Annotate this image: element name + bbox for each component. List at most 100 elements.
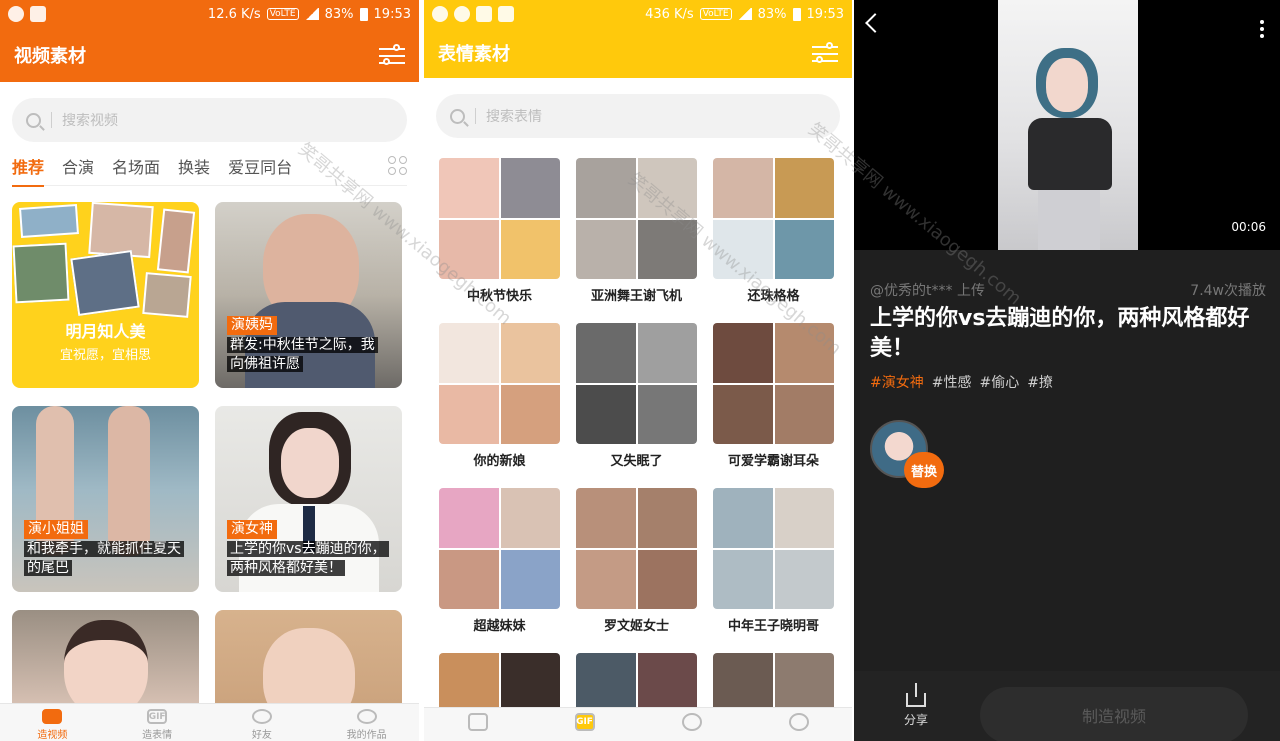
clock: 19:53 bbox=[373, 6, 411, 22]
video-caption: 演小姐姐 和我牵手，就能抓住夏天 的尾巴 bbox=[24, 520, 189, 578]
video-card[interactable]: 演女神 上学的你vs去蹦迪的你， 两种风格都好美！ bbox=[215, 406, 402, 592]
role-tag: 演女神 bbox=[227, 520, 277, 539]
caption-line: 和我牵手，就能抓住夏天 bbox=[24, 541, 184, 557]
share-button[interactable]: 分享 bbox=[904, 683, 928, 728]
nav-make-video[interactable]: 造视频 bbox=[0, 704, 105, 741]
bottom-nav: GIF bbox=[424, 707, 852, 741]
video-title: 上学的你vs去蹦迪的你，两种风格都好美！ bbox=[870, 306, 1250, 361]
sticker-thumb bbox=[576, 653, 697, 713]
nav-make-sticker[interactable]: GIF 造表情 bbox=[105, 704, 210, 741]
net-speed: 12.6 K/s bbox=[207, 6, 261, 22]
sticker-thumb bbox=[576, 323, 697, 444]
battery-percent: 83% bbox=[757, 6, 787, 22]
role-tag: 演姨妈 bbox=[227, 316, 277, 335]
sticker-pack[interactable]: 还珠格格 bbox=[713, 158, 834, 319]
video-player[interactable]: 00:06 bbox=[854, 0, 1280, 250]
app-bar: 表情素材 bbox=[424, 28, 852, 78]
sticker-pack[interactable] bbox=[439, 653, 560, 713]
sticker-pack[interactable]: 罗文姬女士 bbox=[576, 488, 697, 649]
nav-friends[interactable]: 好友 bbox=[210, 704, 315, 741]
app-icon bbox=[30, 6, 46, 22]
gif-icon: GIF bbox=[574, 713, 595, 731]
make-video-button[interactable]: 制造视频 bbox=[980, 687, 1248, 741]
sticker-pack[interactable]: 超越妹妹 bbox=[439, 488, 560, 649]
sticker-thumb bbox=[439, 158, 560, 279]
hashtag-list: #演女神 #性感 #偷心 #撩 bbox=[870, 372, 1053, 392]
status-bar: 436 K/s VoLTE 83% 19:53 bbox=[424, 0, 852, 28]
all-categories-icon[interactable] bbox=[388, 156, 407, 175]
share-icon bbox=[906, 683, 926, 707]
search-input[interactable]: 搜索视频 bbox=[12, 98, 407, 142]
chat-icon bbox=[251, 709, 272, 724]
nav-my-works[interactable] bbox=[745, 708, 852, 741]
sticker-thumb bbox=[439, 488, 560, 609]
chat-icon bbox=[681, 713, 702, 731]
sticker-label: 中秋节快乐 bbox=[466, 289, 532, 304]
filter-icon[interactable] bbox=[812, 42, 838, 64]
tab-famous-scenes[interactable]: 名场面 bbox=[112, 154, 160, 178]
sticker-thumb bbox=[576, 488, 697, 609]
sticker-label: 超越妹妹 bbox=[473, 619, 526, 634]
nav-label: 造视频 bbox=[37, 730, 68, 741]
sticker-label: 又失眠了 bbox=[610, 454, 663, 469]
sticker-pack[interactable] bbox=[576, 653, 697, 713]
nav-make-sticker[interactable]: GIF bbox=[531, 708, 638, 741]
nav-friends[interactable] bbox=[638, 708, 745, 741]
hashtag[interactable]: #演女神 bbox=[870, 372, 924, 392]
sticker-label: 中年王子晓明哥 bbox=[727, 619, 819, 634]
net-speed: 436 K/s bbox=[645, 6, 694, 22]
category-tabs: 推荐 合演 名场面 换装 爱豆同台 bbox=[12, 146, 407, 187]
uploader: @优秀的t*** 上传 bbox=[870, 283, 985, 299]
sticker-pack[interactable]: 中秋节快乐 bbox=[439, 158, 560, 319]
sticker-pack[interactable]: 亚洲舞王谢飞机 bbox=[576, 158, 697, 319]
sticker-pack[interactable]: 中年王子晓明哥 bbox=[713, 488, 834, 649]
battery-icon bbox=[359, 7, 368, 21]
nav-label: 好友 bbox=[251, 730, 272, 741]
search-icon bbox=[450, 108, 465, 124]
video-meta: @优秀的t*** 上传 7.4w次播放 bbox=[870, 280, 1266, 300]
role-tag: 演小姐姐 bbox=[24, 520, 88, 539]
swap-button[interactable]: 替换 bbox=[904, 452, 944, 488]
sticker-pack[interactable] bbox=[713, 653, 834, 713]
app-bar: 视频素材 bbox=[0, 28, 419, 82]
sticker-pack[interactable]: 你的新娘 bbox=[439, 323, 560, 484]
hashtag[interactable]: #性感 bbox=[932, 372, 972, 392]
sticker-label: 罗文姬女士 bbox=[603, 619, 669, 634]
caption-line: 群发:中秋佳节之际，我 bbox=[227, 337, 378, 353]
page-title: 视频素材 bbox=[14, 46, 86, 67]
search-placeholder: 搜索视频 bbox=[62, 113, 118, 129]
tab-idol[interactable]: 爱豆同台 bbox=[228, 154, 292, 178]
hashtag[interactable]: #偷心 bbox=[979, 372, 1019, 392]
qq-icon bbox=[432, 6, 448, 22]
tab-recommend[interactable]: 推荐 bbox=[12, 154, 45, 187]
nav-my-works[interactable]: 我的作品 bbox=[314, 704, 419, 741]
nav-make-video[interactable] bbox=[424, 708, 531, 741]
caption-line: 的尾巴 bbox=[24, 560, 72, 576]
sticker-thumb bbox=[713, 323, 834, 444]
clock: 19:53 bbox=[806, 6, 844, 22]
nav-label: 造表情 bbox=[142, 730, 173, 741]
tab-outfit[interactable]: 换装 bbox=[178, 154, 210, 178]
video-caption: 演女神 上学的你vs去蹦迪的你， 两种风格都好美！ bbox=[227, 520, 392, 578]
back-icon[interactable] bbox=[865, 13, 885, 33]
sticker-pack[interactable]: 可爱学霸谢耳朵 bbox=[713, 323, 834, 484]
video-detail-screen: 00:06 @优秀的t*** 上传 7.4w次播放 上学的你vs去蹦迪的你，两种… bbox=[854, 0, 1280, 741]
video-card[interactable]: 演姨妈 群发:中秋佳节之际，我 向佛祖许愿 bbox=[215, 202, 402, 388]
nav-label: 我的作品 bbox=[346, 730, 387, 741]
video-card[interactable]: 演小姐姐 和我牵手，就能抓住夏天 的尾巴 bbox=[12, 406, 199, 592]
feature-card[interactable]: 明月知人美 宜祝愿，宜相思 bbox=[12, 202, 199, 388]
video-grid: 明月知人美 宜祝愿，宜相思 演姨妈 群发:中秋佳节之际，我 向佛祖许愿 演小姐姐… bbox=[12, 202, 403, 730]
page-title: 表情素材 bbox=[438, 44, 510, 65]
gif-icon: GIF bbox=[147, 709, 168, 724]
tab-duet[interactable]: 合演 bbox=[62, 154, 94, 178]
battery-icon bbox=[792, 7, 801, 21]
search-input[interactable]: 搜索表情 bbox=[436, 94, 840, 138]
sticker-material-screen: 436 K/s VoLTE 83% 19:53 表情素材 搜索表情 中秋节快乐 … bbox=[424, 0, 852, 741]
search-icon bbox=[26, 112, 41, 128]
filter-icon[interactable] bbox=[379, 44, 405, 66]
more-icon[interactable] bbox=[1260, 20, 1264, 38]
volte-badge: VoLTE bbox=[699, 8, 732, 20]
sticker-pack[interactable]: 又失眠了 bbox=[576, 323, 697, 484]
hashtag[interactable]: #撩 bbox=[1027, 372, 1053, 392]
search-placeholder: 搜索表情 bbox=[486, 109, 542, 125]
